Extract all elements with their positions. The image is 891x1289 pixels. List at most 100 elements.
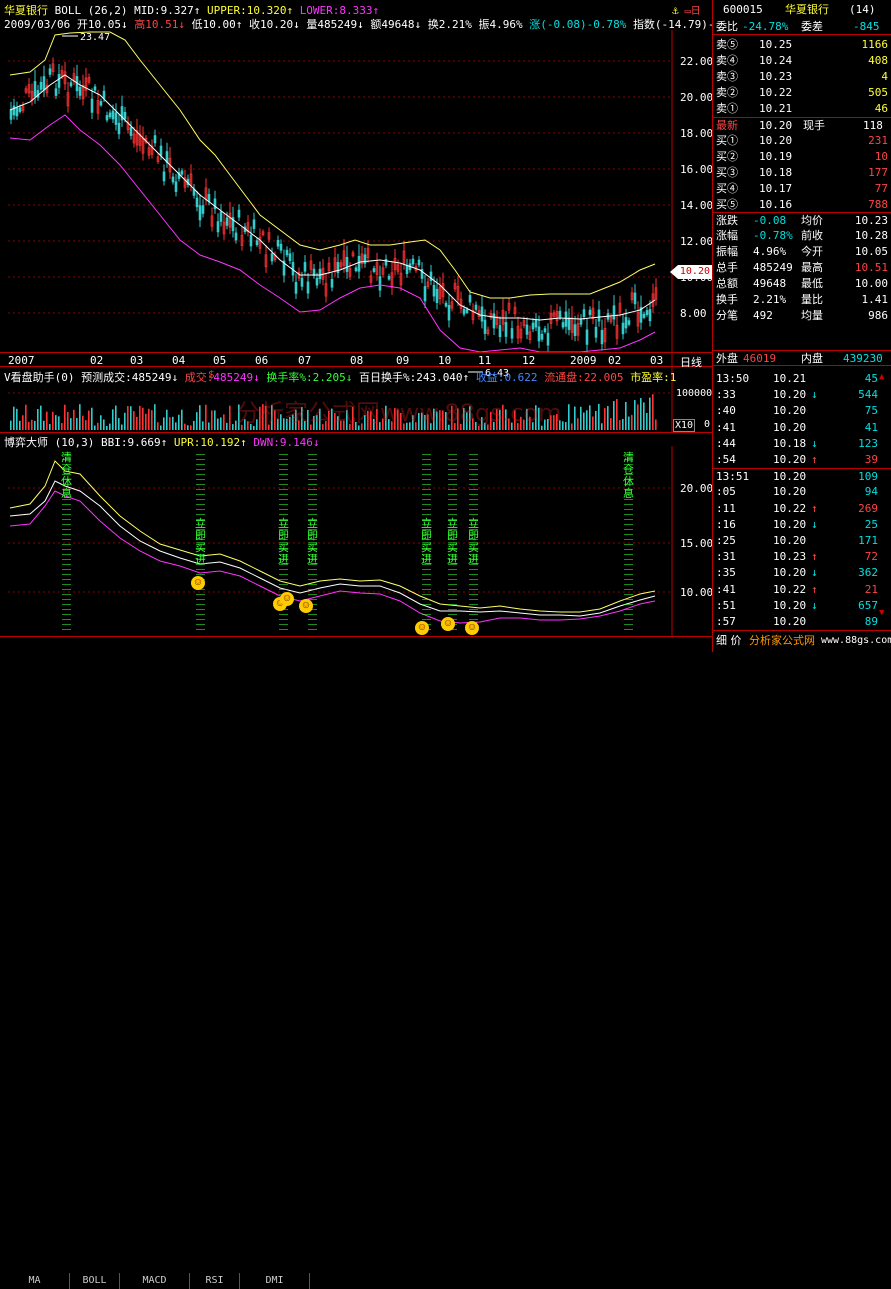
tick-time: 13:50 bbox=[716, 372, 750, 385]
time-label: 10 bbox=[438, 354, 452, 367]
tick-vol: 75 bbox=[864, 404, 878, 418]
tick-time: :44 bbox=[716, 436, 736, 450]
tab-boll[interactable]: BOLL bbox=[70, 1273, 120, 1289]
scroll-down-icon[interactable]: ▼ bbox=[879, 608, 889, 620]
sell-row[interactable]: 卖① 10.21 46 bbox=[713, 101, 891, 117]
tick-price: 10.20 bbox=[773, 598, 807, 612]
tick-vol: 25 bbox=[864, 517, 878, 531]
tab-dmi[interactable]: DMI bbox=[240, 1273, 310, 1289]
out-label: 外盘 bbox=[716, 352, 738, 365]
tick-vol: 269 bbox=[858, 501, 878, 515]
time-label: 02 bbox=[608, 354, 622, 367]
time-axis: 2007 02 03 04 05 06 07 08 09 10 11 12 20… bbox=[0, 352, 712, 370]
latest-label: 最新 bbox=[716, 119, 738, 132]
ratio-value: -24.78% bbox=[742, 20, 789, 33]
tick-time: :31 bbox=[716, 550, 736, 564]
tick-vol: 94 bbox=[864, 485, 878, 499]
sell-price: 10.24 bbox=[759, 54, 793, 67]
stat-row: 分笔 492 均量 986 bbox=[713, 308, 891, 324]
time-label: 02 bbox=[90, 354, 104, 367]
axis-label: 8.00 bbox=[680, 307, 707, 320]
stat-value: 1.41 bbox=[861, 293, 889, 306]
tab-rsi[interactable]: RSI bbox=[190, 1273, 240, 1289]
scroll-up-icon[interactable]: ▲ bbox=[879, 372, 889, 384]
vol-mult: X10 bbox=[673, 419, 696, 432]
tick-price: 10.20 bbox=[773, 534, 807, 547]
time-label: 08 bbox=[350, 354, 364, 367]
sell-vol: 505 bbox=[868, 86, 888, 99]
tick-row: 13:50 10.21 45 bbox=[713, 371, 891, 387]
sell-price: 10.23 bbox=[759, 70, 793, 83]
tick-row: :57 10.20 89 bbox=[713, 614, 891, 630]
time-label: 04 bbox=[172, 354, 186, 367]
buy-row[interactable]: 买② 10.19 10 bbox=[713, 149, 891, 165]
tick-arrow: ↓ bbox=[811, 436, 818, 450]
sell-row[interactable]: 卖③ 10.23 4 bbox=[713, 69, 891, 85]
time-label: 12 bbox=[522, 354, 536, 367]
stat-value: -0.78% bbox=[753, 229, 793, 242]
signal-text: 立即买进 bbox=[195, 517, 206, 566]
sell-row[interactable]: 卖② 10.22 505 bbox=[713, 85, 891, 101]
out-value: 46019 bbox=[743, 352, 777, 365]
tab-macd[interactable]: MACD bbox=[120, 1273, 190, 1289]
time-label: 07 bbox=[298, 354, 312, 367]
buy-price: 10.18 bbox=[759, 166, 793, 179]
buy-label: 买② bbox=[716, 150, 738, 163]
tick-row: :11 10.22 ↑ 269 bbox=[713, 501, 891, 517]
stat-label: 最高 bbox=[801, 261, 823, 274]
time-label: 03 bbox=[130, 354, 144, 367]
tick-row: :35 10.20 ↓ 362 bbox=[713, 565, 891, 581]
stat-row: 涨跌 -0.08 均价 10.23 bbox=[713, 212, 891, 228]
buy-vol: 177 bbox=[868, 166, 888, 179]
sell-row[interactable]: 卖④ 10.24 408 bbox=[713, 53, 891, 69]
stat-label: 均价 bbox=[801, 214, 823, 227]
tick-price: 10.20 bbox=[773, 420, 807, 434]
tick-row: :05 10.20 94 bbox=[713, 484, 891, 500]
sell-price: 10.22 bbox=[759, 86, 793, 99]
ratio-label: 委比 bbox=[716, 20, 738, 33]
smiley-icon: ☺ bbox=[191, 576, 205, 590]
tick-time: :25 bbox=[716, 534, 736, 547]
tick-price: 10.18 bbox=[773, 436, 807, 450]
signal-text: 立即买进 bbox=[421, 517, 432, 566]
buy-vol: 77 bbox=[874, 182, 888, 195]
anchor-icon[interactable]: ⚓ ▭日 bbox=[672, 2, 710, 17]
period-label[interactable]: 日线 bbox=[680, 354, 702, 370]
tick-row: :54 10.20 ↑ 39 bbox=[713, 452, 891, 468]
tick-vol: 45 bbox=[864, 372, 878, 385]
signal-text: 立即买进 bbox=[468, 517, 479, 566]
tick-time: :33 bbox=[716, 388, 736, 402]
tick-arrow: ↑ bbox=[811, 582, 818, 596]
buy-row[interactable]: 买③ 10.18 177 bbox=[713, 165, 891, 181]
stat-label: 最低 bbox=[801, 277, 823, 290]
tick-arrow: ↑ bbox=[811, 501, 818, 515]
buy-row[interactable]: 买⑤ 10.16 788 bbox=[713, 197, 891, 213]
tick-vol: 39 bbox=[864, 453, 878, 466]
tick-vol: 362 bbox=[858, 566, 878, 580]
stat-label: 振幅 bbox=[716, 245, 738, 258]
axis-label: 16.00 bbox=[680, 163, 714, 176]
main-chart-area[interactable]: 华夏银行 BOLL (26,2) MID:9.327↑ UPPER:10.320… bbox=[0, 0, 715, 636]
tick-row: :16 10.20 ↓ 25 bbox=[713, 517, 891, 533]
buy-price: 10.20 bbox=[759, 134, 793, 147]
stat-label: 总额 bbox=[716, 277, 738, 290]
tick-price: 10.20 bbox=[773, 404, 807, 418]
tick-time: :05 bbox=[716, 485, 736, 499]
high-annotation: 23.47 bbox=[80, 32, 110, 43]
price-chart[interactable]: 23.47 6.43 $ bbox=[0, 30, 712, 380]
buy-row[interactable]: 买① 10.20 231 bbox=[713, 133, 891, 149]
buy-row[interactable]: 买④ 10.17 77 bbox=[713, 181, 891, 197]
smiley-icon: ☺ bbox=[299, 599, 313, 613]
stat-value: -0.08 bbox=[753, 214, 787, 227]
tab-ma[interactable]: MA bbox=[0, 1273, 70, 1289]
smiley-icon: ☺ bbox=[280, 592, 294, 606]
bbi-axis-label: 10.00 bbox=[680, 586, 714, 599]
tick-row: :40 10.20 75 bbox=[713, 403, 891, 419]
buy-vol: 231 bbox=[868, 134, 888, 147]
axis-label: 20.00 bbox=[680, 91, 714, 104]
stock-name: 华夏银行 bbox=[785, 3, 829, 16]
bbi-upr-line bbox=[9, 460, 656, 613]
signal-text: 立即买进 bbox=[278, 517, 289, 566]
bbi-chart[interactable] bbox=[0, 446, 712, 636]
sell-row[interactable]: 卖⑤ 10.25 1166 bbox=[713, 37, 891, 53]
